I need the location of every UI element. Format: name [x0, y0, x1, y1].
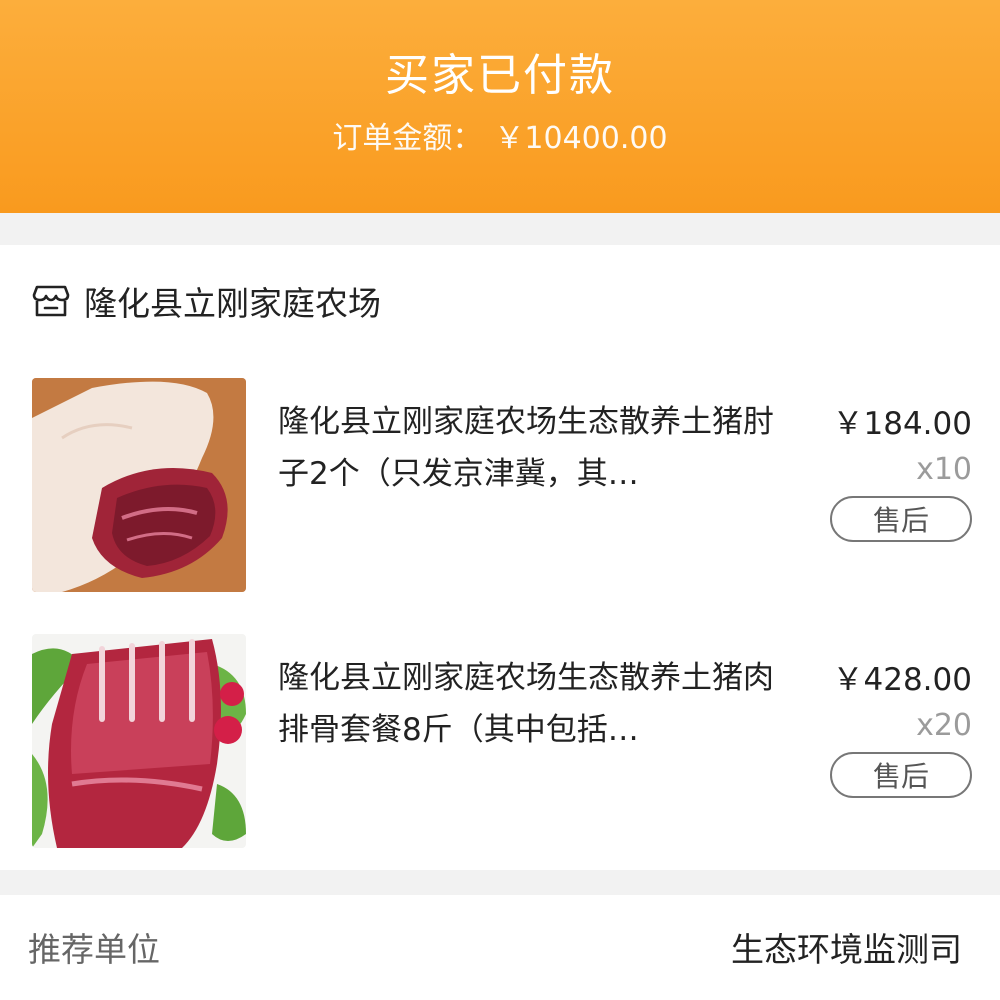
recommend-value: 生态环境监测司: [731, 930, 962, 969]
after-sale-button[interactable]: 售后: [830, 496, 972, 542]
recommend-label: 推荐单位: [28, 930, 160, 969]
shop-row[interactable]: 隆化县立刚家庭农场: [32, 273, 381, 329]
order-item[interactable]: 隆化县立刚家庭农场生态散养土猪肉排骨套餐8斤（其中包括… ￥428.00 x20…: [32, 634, 972, 848]
store-icon: [32, 285, 70, 317]
product-title: 隆化县立刚家庭农场生态散养土猪肉排骨套餐8斤（其中包括…: [278, 660, 774, 748]
order-amount-value: ￥10400.00: [494, 121, 668, 156]
product-price: ￥184.00: [832, 406, 972, 442]
product-image[interactable]: [32, 634, 246, 848]
order-status-header: 买家已付款 订单金额： ￥10400.00: [0, 0, 1000, 213]
product-title: 隆化县立刚家庭农场生态散养土猪肘子2个（只发京津冀，其…: [278, 404, 774, 492]
after-sale-button[interactable]: 售后: [830, 752, 972, 798]
shop-name: 隆化县立刚家庭农场: [84, 284, 381, 323]
product-price: ￥428.00: [832, 662, 972, 698]
product-image[interactable]: [32, 378, 246, 592]
recommend-row: 推荐单位 生态环境监测司: [0, 895, 1000, 1000]
order-item[interactable]: 隆化县立刚家庭农场生态散养土猪肘子2个（只发京津冀，其… ￥184.00 x10…: [32, 378, 972, 592]
order-card: 隆化县立刚家庭农场 隆化县立刚家庭农场生态散养土猪肘子2个（只发京津冀，其… ￥…: [0, 245, 1000, 870]
product-quantity: x10: [916, 452, 972, 487]
order-amount: 订单金额： ￥10400.00: [332, 119, 667, 159]
order-amount-label: 订单金额：: [332, 121, 483, 156]
product-quantity: x20: [916, 708, 972, 743]
order-status-title: 买家已付款: [385, 50, 615, 101]
